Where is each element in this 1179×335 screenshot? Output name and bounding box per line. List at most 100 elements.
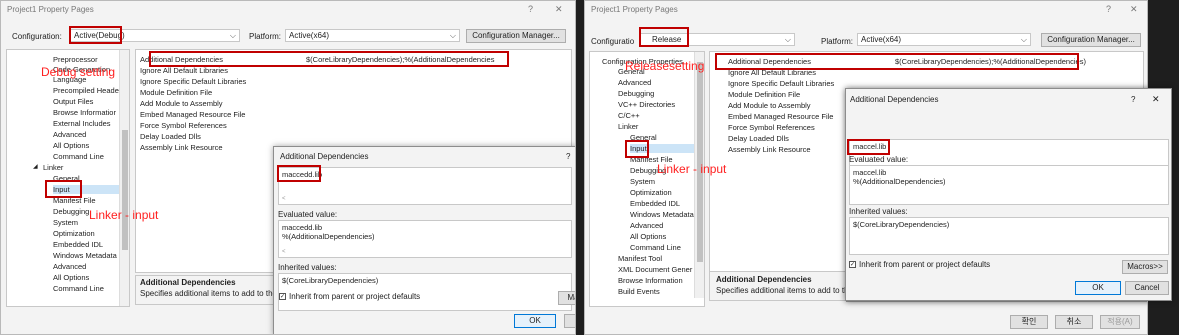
annotation-linker-input: Linker - input bbox=[89, 208, 159, 222]
tree-item[interactable]: Advanced bbox=[53, 262, 86, 271]
left-property-window: Project1 Property Pages ? ✕ Configuratio… bbox=[0, 0, 576, 335]
close-icon[interactable]: ✕ bbox=[1130, 4, 1138, 15]
tree-item[interactable]: Embedded IDL bbox=[53, 240, 103, 249]
tree-item[interactable]: Output Files bbox=[53, 97, 93, 106]
grid-row[interactable]: Delay Loaded Dlls bbox=[136, 132, 571, 143]
description-title: Additional Dependencies bbox=[140, 278, 236, 287]
highlight-configuration bbox=[69, 26, 122, 44]
inherit-checkbox[interactable]: ✓ bbox=[849, 261, 856, 268]
configuration-manager-button[interactable]: Configuration Manager... bbox=[466, 29, 566, 43]
dialog-title: Additional Dependencies bbox=[280, 152, 369, 161]
macros-button[interactable]: Ma bbox=[558, 291, 575, 305]
cancel-button[interactable]: C bbox=[564, 314, 575, 328]
tree-item[interactable]: Command Line bbox=[53, 284, 104, 293]
footer-cancel-button[interactable]: 취소 bbox=[1055, 315, 1093, 329]
grid-row[interactable]: Ignore All Default Libraries bbox=[136, 66, 571, 77]
highlight-additional-dependencies bbox=[149, 51, 509, 67]
expand-arrow-icon[interactable]: ◢ bbox=[33, 163, 38, 170]
platform-select[interactable]: Active(x64) ⌵ bbox=[857, 33, 1031, 46]
chevron-down-icon: ⌵ bbox=[1020, 35, 1027, 44]
platform-value: Active(x64) bbox=[289, 31, 330, 40]
grid-row[interactable]: Module Definition File bbox=[136, 88, 571, 99]
platform-select[interactable]: Active(x64) ⌵ bbox=[285, 29, 460, 42]
tree-item-linker[interactable]: Linker bbox=[618, 122, 638, 131]
tree-item[interactable]: Command Line bbox=[630, 243, 681, 252]
tree-item[interactable]: XML Document Gener bbox=[618, 265, 692, 274]
macros-button[interactable]: Macros>> bbox=[1122, 260, 1168, 274]
configuration-label: Configuration: bbox=[12, 32, 62, 41]
settings-tree: Configuration Properties General Advance… bbox=[589, 51, 705, 307]
tree-scrollbar[interactable] bbox=[119, 50, 129, 306]
input-scroll-left-icon[interactable]: < bbox=[282, 196, 286, 202]
tree-item[interactable]: Advanced bbox=[630, 221, 663, 230]
tree-item[interactable]: All Options bbox=[53, 141, 89, 150]
tree-item-linker[interactable]: Linker bbox=[43, 163, 63, 172]
highlight-additional-dependencies bbox=[715, 53, 1079, 70]
tree-item[interactable]: C/C++ bbox=[618, 111, 640, 120]
inherit-checkbox[interactable]: ✓ bbox=[279, 293, 286, 300]
tree-item[interactable]: Optimization bbox=[53, 229, 95, 238]
dialog-help-button[interactable]: ? bbox=[1131, 95, 1135, 104]
additional-dependencies-dialog-front: Additional Dependencies ? ✕ maccel.lib <… bbox=[845, 88, 1172, 301]
dialog-close-icon[interactable]: ✕ bbox=[1152, 94, 1160, 105]
help-button[interactable]: ? bbox=[528, 4, 533, 14]
tree-item[interactable]: System bbox=[53, 218, 78, 227]
tree-item[interactable]: Manifest Tool bbox=[618, 254, 662, 263]
tree-item[interactable]: All Options bbox=[630, 232, 666, 241]
window-title: Project1 Property Pages bbox=[7, 5, 94, 14]
eval-scroll-left-icon[interactable]: < bbox=[282, 249, 286, 255]
annotation-release-setting: Releasesetting bbox=[625, 59, 705, 73]
dependencies-input[interactable]: maccedd.lib bbox=[278, 167, 572, 205]
cancel-button[interactable]: Cancel bbox=[1125, 281, 1169, 295]
configuration-manager-button[interactable]: Configuration Manager... bbox=[1041, 33, 1141, 47]
tree-item[interactable]: Windows Metadata bbox=[53, 251, 117, 260]
inherit-label: Inherit from parent or project defaults bbox=[859, 260, 991, 269]
tree-item[interactable]: Debugging bbox=[53, 207, 89, 216]
close-icon[interactable]: ✕ bbox=[555, 4, 563, 15]
tree-item[interactable]: Browse Information bbox=[618, 276, 683, 285]
grid-row[interactable]: Ignore Specific Default Libraries bbox=[136, 77, 571, 88]
tree-item[interactable]: Optimization bbox=[630, 188, 672, 197]
window-title: Project1 Property Pages bbox=[591, 5, 678, 14]
dialog-title: Additional Dependencies bbox=[850, 95, 939, 104]
chevron-down-icon: ⌵ bbox=[449, 31, 456, 40]
tree-item[interactable]: Build Events bbox=[618, 287, 660, 296]
tree-item[interactable]: VC++ Directories bbox=[618, 100, 675, 109]
description-title: Additional Dependencies bbox=[716, 275, 812, 284]
tree-item[interactable]: All Options bbox=[53, 273, 89, 282]
tree-item[interactable]: Debugging bbox=[618, 89, 654, 98]
grid-row[interactable]: Force Symbol References bbox=[136, 121, 571, 132]
dialog-help-button[interactable]: ? bbox=[566, 152, 570, 161]
inherited-label: Inherited values: bbox=[849, 207, 908, 216]
tree-item[interactable]: Windows Metadata bbox=[630, 210, 694, 219]
highlight-input bbox=[45, 180, 82, 198]
chevron-down-icon: ⌵ bbox=[784, 35, 791, 44]
description-text: Specifies additional items to add to the bbox=[140, 289, 277, 298]
highlight-configuration bbox=[639, 27, 689, 47]
inherited-values: $(CoreLibraryDependencies) bbox=[849, 217, 1169, 255]
annotation-debug-setting: Debug setting bbox=[41, 65, 116, 79]
platform-label: Platform: bbox=[249, 32, 282, 41]
platform-label: Platform: bbox=[821, 37, 854, 46]
ok-button[interactable]: OK bbox=[514, 314, 556, 328]
tree-item[interactable]: Advanced bbox=[53, 130, 86, 139]
help-button[interactable]: ? bbox=[1106, 4, 1111, 14]
tree-item[interactable]: Advanced bbox=[618, 78, 651, 87]
tree-item[interactable]: Precompiled Heade bbox=[53, 86, 119, 95]
tree-item[interactable]: Browse Informatior bbox=[53, 108, 116, 117]
footer-ok-button[interactable]: 확인 bbox=[1010, 315, 1048, 329]
tree-item[interactable]: System bbox=[630, 177, 655, 186]
tree-item[interactable]: Command Line bbox=[53, 152, 104, 161]
evaluated-value: maccedd.lib %(AdditionalDependencies) bbox=[278, 220, 572, 258]
grid-row[interactable]: Embed Managed Resource File bbox=[136, 110, 571, 121]
annotation-linker-input: Linker - input bbox=[657, 162, 727, 176]
grid-row[interactable]: Add Module to Assembly bbox=[136, 99, 571, 110]
ok-button[interactable]: OK bbox=[1075, 281, 1121, 295]
tree-item[interactable]: Preprocessor bbox=[53, 55, 98, 64]
tree-item[interactable]: External Includes bbox=[53, 119, 111, 128]
footer-apply-button[interactable]: 적용(A) bbox=[1100, 315, 1140, 329]
evaluated-label: Evaluated value: bbox=[278, 210, 338, 219]
highlight-input-value bbox=[847, 139, 890, 155]
evaluated-label: Evaluated value: bbox=[849, 155, 909, 164]
tree-item[interactable]: Embedded IDL bbox=[630, 199, 680, 208]
